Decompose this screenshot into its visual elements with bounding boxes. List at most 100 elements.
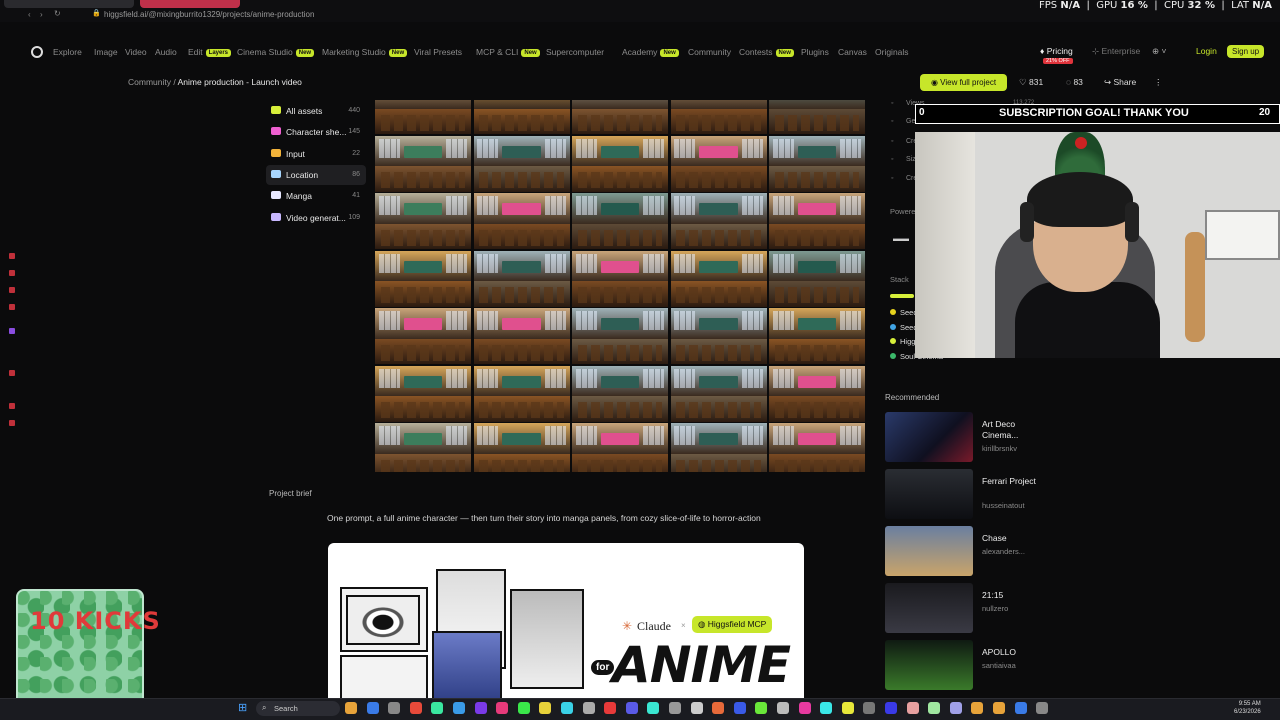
nav-item-audio[interactable]: Audio [155, 47, 177, 57]
grid-image-tile[interactable] [572, 193, 668, 249]
taskbar-app-icon[interactable] [712, 702, 725, 714]
forward-icon[interactable]: › [40, 10, 43, 19]
browser-tab[interactable] [4, 0, 134, 8]
breadcrumb-parent[interactable]: Community [128, 77, 171, 87]
more-options-icon[interactable]: ⋮ [1154, 77, 1163, 88]
taskbar-app-icon[interactable] [690, 702, 703, 714]
grid-image-tile[interactable] [473, 250, 570, 307]
grid-image-tile[interactable] [670, 365, 767, 422]
nav-item-marketing-studio[interactable]: Marketing Studio New [322, 47, 408, 57]
nav-item-video[interactable]: Video [125, 47, 147, 57]
nav-item-academy[interactable]: Academy New [622, 47, 679, 57]
recommended-thumbnail[interactable] [885, 640, 973, 690]
taskbar-app-icon[interactable] [798, 702, 811, 714]
taskbar-app-icon[interactable] [604, 702, 617, 714]
recommended-title-link[interactable]: Chase [982, 533, 1042, 544]
higgsfield-logo-icon[interactable] [31, 46, 43, 58]
taskbar-clock[interactable]: 9:55 AM 6/23/2026 [1234, 700, 1261, 716]
grid-image-tile[interactable] [769, 135, 865, 192]
taskbar-app-icon[interactable] [971, 702, 984, 714]
taskbar-app-icon[interactable] [949, 702, 962, 714]
grid-image-tile[interactable] [670, 100, 767, 134]
grid-image-tile[interactable] [670, 423, 767, 472]
recommended-author[interactable]: nullzero [982, 604, 1008, 613]
address-bar[interactable]: higgsfield.ai/@mixingburrito1329/project… [104, 10, 314, 19]
taskbar-app-icon[interactable] [1036, 702, 1049, 714]
grid-image-tile[interactable] [572, 250, 668, 307]
recommended-title-link[interactable]: APOLLO [982, 647, 1042, 658]
folder-item-location[interactable]: Location 86 [266, 164, 366, 185]
globe-icon[interactable]: ⊕ ˅ [1152, 46, 1166, 57]
grid-image-tile[interactable] [473, 365, 570, 422]
grid-image-tile[interactable] [473, 135, 570, 192]
taskbar-app-icon[interactable] [906, 702, 919, 714]
taskbar-app-icon[interactable] [755, 702, 768, 714]
taskbar-app-icon[interactable] [669, 702, 681, 714]
grid-image-tile[interactable] [769, 308, 865, 364]
view-full-project-button[interactable]: ◉ View full project [920, 74, 1007, 91]
grid-image-tile[interactable] [572, 100, 668, 134]
taskbar-app-icon[interactable] [928, 702, 941, 714]
grid-image-tile[interactable] [670, 250, 767, 307]
taskbar-app-icon[interactable] [366, 702, 379, 714]
windows-start-icon[interactable]: ⊞ [238, 701, 247, 714]
pricing-link[interactable]: ♦ Pricing [1040, 46, 1073, 56]
taskbar-app-icon[interactable] [647, 702, 660, 714]
grid-image-tile[interactable] [769, 193, 865, 249]
taskbar-app-icon[interactable] [496, 702, 509, 714]
grid-image-tile[interactable] [375, 250, 471, 307]
grid-image-tile[interactable] [375, 423, 471, 472]
grid-image-tile[interactable] [572, 423, 668, 472]
nav-item-canvas[interactable]: Canvas [838, 47, 867, 57]
recommended-title-link[interactable]: Ferrari Project [982, 476, 1042, 487]
taskbar-app-icon[interactable] [474, 702, 487, 714]
grid-image-tile[interactable] [670, 193, 767, 249]
recommended-thumbnail[interactable] [885, 412, 973, 462]
folder-item-all-assets[interactable]: All assets 440 [266, 101, 366, 121]
taskbar-app-icon[interactable] [777, 702, 789, 714]
taskbar-app-icon[interactable] [345, 702, 357, 714]
nav-item-community[interactable]: Community [688, 47, 731, 57]
taskbar-app-icon[interactable] [582, 702, 595, 714]
grid-image-tile[interactable] [769, 250, 865, 307]
nav-item-viral-presets[interactable]: Viral Presets [414, 47, 462, 57]
recommended-thumbnail[interactable] [885, 583, 973, 633]
recommended-title-link[interactable]: Art Deco Cinema... [982, 419, 1042, 441]
folder-item-input[interactable]: Input 22 [266, 144, 366, 164]
enterprise-link[interactable]: ⊹ Enterprise [1092, 46, 1140, 57]
grid-image-tile[interactable] [769, 100, 865, 134]
recommended-thumbnail[interactable] [885, 526, 973, 576]
browser-tab-active[interactable] [140, 0, 240, 8]
grid-image-tile[interactable] [375, 365, 471, 422]
recommended-thumbnail[interactable] [885, 469, 973, 519]
grid-image-tile[interactable] [769, 423, 865, 472]
comment-count[interactable]: ◌ 83 [1066, 77, 1083, 87]
grid-image-tile[interactable] [473, 308, 570, 364]
back-icon[interactable]: ‹ [28, 10, 31, 19]
nav-item-cinema-studio[interactable]: Cinema Studio New [237, 47, 315, 57]
reload-icon[interactable]: ↻ [54, 9, 61, 18]
taskbar-app-icon[interactable] [539, 702, 552, 714]
nav-item-edit[interactable]: Edit Layers [188, 47, 232, 57]
grid-image-tile[interactable] [473, 100, 570, 134]
recommended-author[interactable]: husseinatout [982, 501, 1025, 510]
grid-image-tile[interactable] [769, 365, 865, 422]
taskbar-app-icon[interactable] [993, 702, 1005, 714]
taskbar-app-icon[interactable] [409, 702, 422, 714]
taskbar-app-icon[interactable] [885, 702, 897, 714]
taskbar-app-icon[interactable] [453, 702, 465, 714]
grid-image-tile[interactable] [670, 135, 767, 192]
folder-item-character-she[interactable]: Character she... 145 [266, 122, 366, 142]
grid-image-tile[interactable] [670, 308, 767, 364]
recommended-title-link[interactable]: 21:15 [982, 590, 1042, 601]
nav-item-supercomputer[interactable]: Supercomputer [546, 47, 604, 57]
grid-image-tile[interactable] [572, 365, 668, 422]
nav-item-contests[interactable]: Contests New [739, 47, 794, 57]
taskbar-app-icon[interactable] [733, 702, 746, 714]
taskbar-app-icon[interactable] [863, 702, 876, 714]
grid-image-tile[interactable] [375, 308, 471, 364]
grid-image-tile[interactable] [375, 100, 471, 134]
taskbar-app-icon[interactable] [388, 702, 401, 714]
nav-item-plugins[interactable]: Plugins [801, 47, 829, 57]
nav-item-image[interactable]: Image [94, 47, 118, 57]
